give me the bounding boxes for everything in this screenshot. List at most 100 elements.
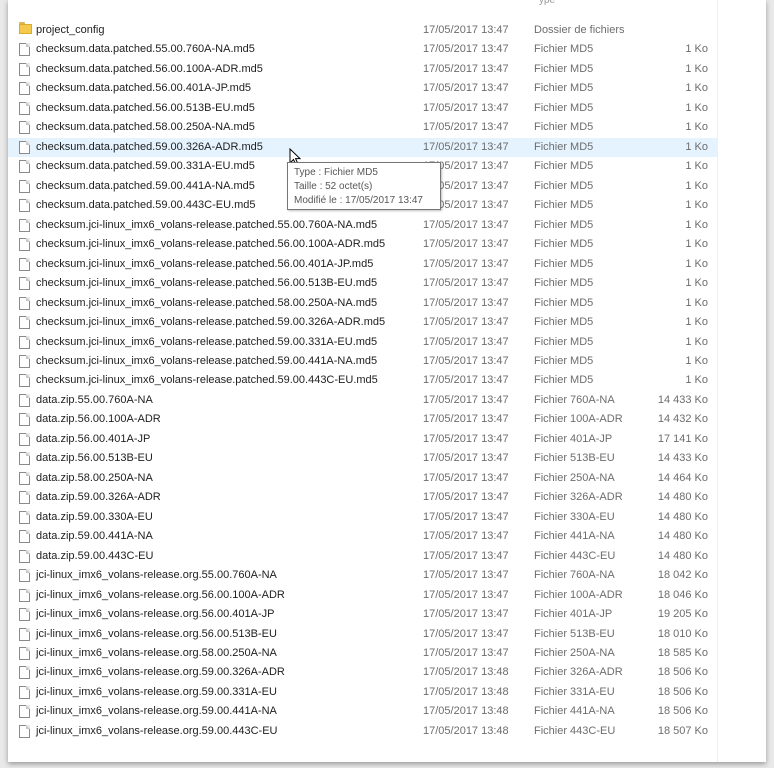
file-date: 17/05/2017 13:48 [423,666,509,679]
file-row[interactable]: jci-linux_imx6_volans-release.org.59.00.… [8,683,718,702]
file-name: checksum.data.patched.56.00.513B-EU.md5 [36,101,255,114]
file-type: Fichier MD5 [534,160,594,173]
file-row[interactable]: data.zip.56.00.513B-EU 17/05/2017 13:47 Fi… [8,449,718,468]
file-type: Fichier MD5 [534,62,594,75]
file-name: checksum.data.patched.58.00.250A-NA.md5 [36,121,255,134]
file-row[interactable]: data.zip.59.00.326A-ADR 17/05/2017 13:47 F… [8,488,718,507]
file-date: 17/05/2017 13:47 [423,257,509,270]
file-size: 1 Ko [685,43,708,56]
file-date: 17/05/2017 13:47 [423,608,509,621]
file-date: 17/05/2017 13:47 [423,549,509,562]
file-size: 18 506 Ko [657,666,708,679]
file-row[interactable]: checksum.data.patched.56.00.401A-JP.md5 1… [8,79,718,98]
file-row[interactable]: jci-linux_imx6_volans-release.org.59.00.… [8,663,718,682]
file-type: Fichier 441A-NA [534,530,615,543]
file-name: checksum.data.patched.59.00.331A-EU.md5 [36,160,255,173]
file-name: data.zip.59.00.330A-EU [36,510,153,523]
file-row[interactable]: checksum.data.patched.58.00.250A-NA.md5 1… [8,118,718,137]
file-name: checksum.jci-linux_imx6_volans-release.p… [36,257,374,270]
file-row[interactable]: checksum.jci-linux_imx6_volans-release.p… [8,274,718,293]
file-type: Fichier 513B-EU [534,627,615,640]
file-row[interactable]: checksum.jci-linux_imx6_volans-release.p… [8,235,718,254]
file-size: 14 480 Ko [657,530,708,543]
file-name: data.zip.56.00.100A-ADR [36,413,161,426]
file-type: Fichier 760A-NA [534,393,615,406]
file-icon [19,316,30,330]
file-icon [19,724,30,738]
file-row[interactable]: checksum.data.patched.59.00.326A-ADR.md5… [8,137,718,158]
file-name: checksum.data.patched.59.00.443C-EU.md5 [36,199,256,212]
file-list: project_config 17/05/2017 13:47 Dossier de… [8,21,718,741]
file-name: jci-linux_imx6_volans-release.org.56.00.… [36,627,277,640]
file-size: 14 480 Ko [657,549,708,562]
file-row[interactable]: data.zip.59.00.443C-EU 17/05/2017 13:47 Fi… [8,547,718,566]
file-size: 1 Ko [685,199,708,212]
file-type: Fichier MD5 [534,82,594,95]
file-row[interactable]: checksum.jci-linux_imx6_volans-release.p… [8,352,718,371]
file-date: 17/05/2017 13:47 [423,316,509,329]
file-row[interactable]: data.zip.58.00.250A-NA 17/05/2017 13:47 Fi… [8,469,718,488]
file-row[interactable]: checksum.data.patched.55.00.760A-NA.md5 1… [8,40,718,59]
file-size: 1 Ko [685,316,708,329]
tooltip-size-line: Taille : 52 octet(s) [294,181,373,192]
file-icon [19,569,30,583]
file-date: 17/05/2017 13:47 [423,471,509,484]
file-row[interactable]: checksum.data.patched.56.00.513B-EU.md5 1… [8,99,718,118]
file-row[interactable]: checksum.jci-linux_imx6_volans-release.p… [8,294,718,313]
file-type: Fichier 513B-EU [534,452,615,465]
file-row[interactable]: checksum.jci-linux_imx6_volans-release.p… [8,333,718,352]
file-row[interactable]: jci-linux_imx6_volans-release.org.59.00.… [8,722,718,741]
file-row[interactable]: jci-linux_imx6_volans-release.org.56.00.… [8,625,718,644]
file-type: Fichier MD5 [534,354,594,367]
file-row[interactable]: jci-linux_imx6_volans-release.org.56.00.… [8,586,718,605]
file-row[interactable]: jci-linux_imx6_volans-release.org.56.00.… [8,605,718,624]
file-row[interactable]: jci-linux_imx6_volans-release.org.55.00.… [8,566,718,585]
file-icon [19,121,30,135]
file-row[interactable]: checksum.data.patched.56.00.100A-ADR.md5… [8,60,718,79]
file-name: data.zip.55.00.760A-NA [36,393,153,406]
file-row[interactable]: data.zip.59.00.330A-EU 17/05/2017 13:47 Fi… [8,508,718,527]
file-date: 17/05/2017 13:47 [423,647,509,659]
file-size: 18 042 Ko [657,569,708,582]
file-row[interactable]: data.zip.55.00.760A-NA 17/05/2017 13:47 Fi… [8,391,718,410]
explorer-window: ype project_config 17/05/2017 13:47 Dossie… [8,0,766,762]
file-name: data.zip.56.00.513B-EU [36,452,153,465]
file-row[interactable]: project_config 17/05/2017 13:47 Dossier de… [8,21,718,40]
file-date: 17/05/2017 13:47 [423,530,509,543]
file-row[interactable]: checksum.jci-linux_imx6_volans-release.p… [8,371,718,390]
file-name: checksum.jci-linux_imx6_volans-release.p… [36,218,378,231]
file-type: Fichier MD5 [534,257,594,270]
file-date: 17/05/2017 13:47 [423,218,509,231]
file-date: 17/05/2017 13:47 [423,569,509,582]
tooltip-type-line: Type : Fichier MD5 [294,167,378,178]
file-date: 17/05/2017 13:47 [423,413,509,426]
file-row[interactable]: checksum.jci-linux_imx6_volans-release.p… [8,255,718,274]
file-icon [19,432,30,446]
file-row[interactable]: checksum.jci-linux_imx6_volans-release.p… [8,313,718,332]
file-icon [19,238,30,252]
file-date: 17/05/2017 13:47 [423,277,509,290]
file-type: Fichier 760A-NA [534,569,615,582]
file-icon [19,413,30,427]
file-name: checksum.jci-linux_imx6_volans-release.p… [36,335,378,348]
file-type: Fichier 326A-ADR [534,491,623,504]
file-size: 1 Ko [685,238,708,251]
file-icon [19,627,30,641]
file-tooltip: Type : Fichier MD5 Taille : 52 octet(s) … [287,162,441,210]
file-row[interactable]: checksum.jci-linux_imx6_volans-release.p… [8,216,718,235]
file-row[interactable]: jci-linux_imx6_volans-release.org.59.00.… [8,702,718,721]
file-size: 18 585 Ko [657,647,708,659]
column-header-type[interactable]: ype [539,0,559,9]
file-type: Fichier 330A-EU [534,510,615,523]
file-icon [19,160,30,174]
file-row[interactable]: data.zip.56.00.100A-ADR 17/05/2017 13:47 F… [8,410,718,429]
file-size: 14 480 Ko [657,510,708,523]
file-row[interactable]: data.zip.56.00.401A-JP 17/05/2017 13:47 Fi… [8,430,718,449]
scrollbar[interactable] [717,0,766,762]
file-date: 17/05/2017 13:47 [423,354,509,367]
file-type: Fichier 100A-ADR [534,588,623,601]
file-row[interactable]: jci-linux_imx6_volans-release.org.58.00.… [8,644,718,663]
file-row[interactable]: data.zip.59.00.441A-NA 17/05/2017 13:47 Fi… [8,527,718,546]
file-type: Fichier 250A-NA [534,647,615,659]
file-icon [19,666,30,680]
